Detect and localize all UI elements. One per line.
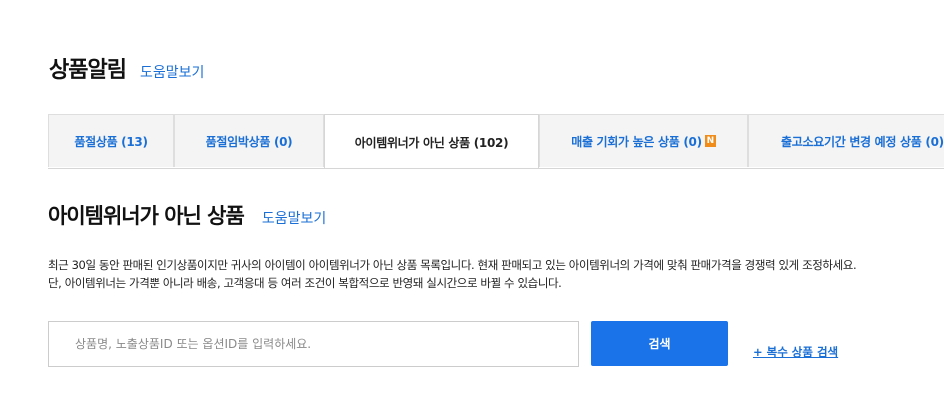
multi-product-search-link[interactable]: + 복수 상품 검색	[753, 344, 838, 360]
tab-nearly-sold-out[interactable]: 품절임박상품 (0)	[174, 114, 324, 167]
tab-shipping-lead-time-change-label: 출고소요기간 변경 예정 상품 (0)	[781, 134, 944, 149]
tab-nearly-sold-out-label: 품절임박상품 (0)	[205, 134, 293, 149]
tab-sold-out[interactable]: 품절상품 (13)	[48, 114, 174, 167]
section-help-link[interactable]: 도움말보기	[262, 208, 326, 228]
tab-not-item-winner-label: 아이템위너가 아닌 상품 (102)	[354, 135, 509, 150]
tab-high-sales-opportunity[interactable]: 매출 기회가 높은 상품 (0) N	[539, 114, 748, 167]
description-line: 최근 30일 동안 판매된 인기상품이지만 귀사의 아이템이 아이템위너가 아닌…	[48, 258, 857, 272]
tab-bar: 품절상품 (13) 품절임박상품 (0) 아이템위너가 아닌 상품 (102) …	[48, 114, 944, 169]
tab-not-item-winner[interactable]: 아이템위너가 아닌 상품 (102)	[324, 114, 539, 168]
page-help-link[interactable]: 도움말보기	[140, 62, 204, 82]
new-badge-icon: N	[704, 135, 716, 147]
section-header: 아이템위너가 아닌 상품 도움말보기	[48, 200, 326, 230]
tab-sold-out-label: 품절상품 (13)	[74, 134, 148, 149]
search-button[interactable]: 검색	[591, 321, 728, 366]
tab-high-sales-opportunity-label: 매출 기회가 높은 상품 (0)	[571, 134, 702, 149]
section-title: 아이템위너가 아닌 상품	[48, 204, 245, 228]
page-header: 상품알림 도움말보기	[49, 52, 204, 84]
tab-shipping-lead-time-change[interactable]: 출고소요기간 변경 예정 상품 (0)	[748, 114, 944, 167]
page-title: 상품알림	[49, 58, 127, 83]
description-line: 단, 아이템위너는 가격뿐 아니라 배송, 고객응대 등 여러 조건이 복합적으…	[48, 276, 562, 290]
section-description: 최근 30일 동안 판매된 인기상품이지만 귀사의 아이템이 아이템위너가 아닌…	[48, 256, 944, 292]
search-input[interactable]	[48, 321, 579, 367]
